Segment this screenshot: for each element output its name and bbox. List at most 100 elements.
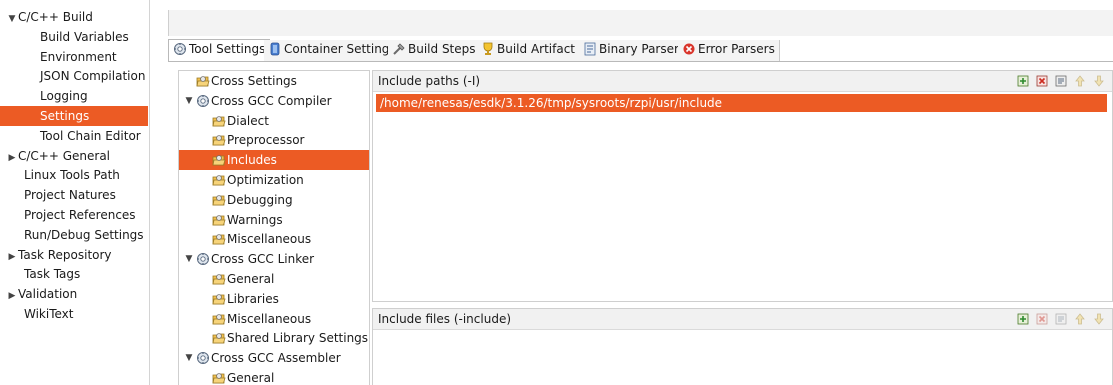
include-paths-header: Include paths (-I)	[373, 71, 1112, 92]
properties-item-label: Run/Debug Settings	[24, 227, 144, 242]
delete-icon[interactable]	[1035, 74, 1049, 88]
properties-item[interactable]: WikiText	[0, 304, 148, 324]
tool-tree-label: Cross GCC Compiler	[211, 93, 332, 108]
tab-build-artifact[interactable]: Build Artifact	[477, 40, 580, 61]
expand-arrow-icon[interactable]: ▼	[184, 348, 194, 368]
properties-item-label: Task Repository	[18, 247, 112, 262]
properties-item[interactable]: Logging	[0, 86, 148, 106]
option-icon	[212, 272, 226, 286]
error-parsers-icon	[682, 42, 696, 56]
tool-tree-item[interactable]: Miscellaneous	[179, 309, 369, 329]
tool-tree-item[interactable]: Optimization	[179, 170, 369, 190]
properties-item[interactable]: JSON Compilation D	[0, 66, 148, 86]
include-files-title: Include files (-include)	[378, 312, 512, 326]
properties-item[interactable]: ▼ C/C++ Build	[0, 7, 148, 27]
properties-item-label: Task Tags	[24, 267, 81, 282]
tool-tree-label: Optimization	[227, 173, 304, 187]
tab-tool-settings[interactable]: Tool Settings	[168, 39, 271, 61]
tool-tree-label: Dialect	[227, 113, 269, 128]
option-icon	[212, 292, 226, 306]
tool-tree-group[interactable]: ▼ Cross GCC Assembler	[179, 348, 369, 368]
collapse-arrow-icon[interactable]: ▶	[6, 148, 18, 166]
collapse-arrow-icon[interactable]: ▶	[6, 286, 18, 304]
tool-tree-item[interactable]: Shared Library Settings	[179, 328, 369, 348]
tab-label: Build Artifact	[497, 42, 575, 56]
properties-item[interactable]: Run/Debug Settings	[0, 225, 148, 245]
expand-arrow-icon[interactable]: ▼	[184, 249, 194, 269]
tool-tree-item[interactable]: Includes	[179, 150, 369, 171]
tool-tree-label: Debugging	[227, 192, 293, 207]
include-paths-panel: Include paths (-I) /home/renesas/esdk/3.…	[372, 70, 1113, 302]
tool-tree-item[interactable]: General	[179, 368, 369, 385]
move-down-icon[interactable]	[1092, 312, 1106, 326]
build-artifact-icon	[481, 42, 495, 56]
tool-tree-label: Preprocessor	[227, 133, 305, 148]
include-files-panel: Include files (-include)	[372, 308, 1113, 385]
tab-bar-divider	[168, 61, 1113, 62]
tool-tree-item[interactable]: Warnings	[179, 210, 369, 230]
expand-arrow-icon[interactable]: ▼	[6, 9, 18, 27]
properties-item[interactable]: Tool Chain Editor	[0, 126, 148, 146]
edit-icon[interactable]	[1054, 74, 1068, 88]
tool-tree-label: Cross Settings	[211, 74, 297, 88]
settings-header	[168, 10, 1113, 36]
properties-item-label: Linux Tools Path	[24, 168, 120, 183]
properties-item[interactable]: Environment	[0, 47, 148, 67]
properties-item[interactable]: Project References	[0, 205, 148, 225]
option-icon	[212, 173, 226, 187]
properties-item[interactable]: ▶ Task Repository	[0, 245, 148, 265]
properties-item-label: C/C++ Build	[18, 10, 93, 24]
sash-divider[interactable]	[149, 0, 150, 385]
properties-item-label: Tool Chain Editor	[40, 128, 141, 143]
tool-tree-item[interactable]: Libraries	[179, 289, 369, 309]
properties-item[interactable]: Linux Tools Path	[0, 165, 148, 185]
tab-label: Container Settings	[284, 42, 396, 56]
tool-tree-item[interactable]: General	[179, 269, 369, 289]
properties-item-label: WikiText	[24, 307, 74, 321]
tool-tree-group[interactable]: ▼ Cross GCC Linker	[179, 249, 369, 269]
option-icon	[212, 114, 226, 128]
delete-icon[interactable]	[1035, 312, 1049, 326]
move-up-icon[interactable]	[1073, 312, 1087, 326]
properties-item[interactable]: ▶ Validation	[0, 284, 148, 304]
tool-tree-item[interactable]: Cross Settings	[179, 71, 369, 91]
tool-tree-item[interactable]: Preprocessor	[179, 130, 369, 150]
tab-label: Error Parsers	[698, 42, 775, 56]
tab-label: Build Steps	[408, 42, 476, 56]
tool-icon	[196, 252, 210, 266]
tab-build-steps[interactable]: Build Steps	[388, 40, 481, 61]
move-down-icon[interactable]	[1092, 74, 1106, 88]
tab-binary-parsers[interactable]: Binary Parsers	[579, 40, 691, 61]
option-icon	[196, 74, 210, 88]
tool-tree-group[interactable]: ▼ Cross GCC Compiler	[179, 91, 369, 111]
properties-item[interactable]: Build Variables	[0, 27, 148, 47]
include-paths-toolbar	[1011, 74, 1106, 89]
properties-item[interactable]: Project Natures	[0, 185, 148, 205]
tool-tree-item[interactable]: Dialect	[179, 111, 369, 131]
properties-item[interactable]: ▶ C/C++ General	[0, 146, 148, 166]
tab-error-parsers[interactable]: Error Parsers	[678, 40, 780, 61]
tool-tree-label: Cross GCC Assembler	[211, 351, 341, 366]
expand-arrow-icon[interactable]: ▼	[184, 91, 194, 111]
include-paths-list[interactable]: /home/renesas/esdk/3.1.26/tmp/sysroots/r…	[373, 94, 1112, 112]
move-up-icon[interactable]	[1073, 74, 1087, 88]
tool-tree-label: Includes	[227, 153, 277, 168]
properties-item-label: JSON Compilation D	[40, 69, 148, 84]
tool-tree-item[interactable]: Miscellaneous	[179, 229, 369, 249]
option-icon	[212, 213, 226, 227]
add-icon[interactable]	[1016, 74, 1030, 88]
tool-tree-label: General	[227, 371, 275, 385]
properties-item-label: Build Variables	[40, 29, 129, 44]
tool-settings-tree: Cross Settings ▼ Cross GCC Compiler Dialect…	[178, 70, 370, 385]
option-icon	[212, 153, 226, 167]
edit-icon[interactable]	[1054, 312, 1068, 326]
add-icon[interactable]	[1016, 312, 1030, 326]
properties-item[interactable]: Task Tags	[0, 264, 148, 284]
tab-container-settings[interactable]: Container Settings	[264, 40, 401, 61]
collapse-arrow-icon[interactable]: ▶	[6, 247, 18, 265]
include-files-toolbar	[1011, 312, 1106, 327]
tool-tree-item[interactable]: Debugging	[179, 190, 369, 210]
include-path-entry[interactable]: /home/renesas/esdk/3.1.26/tmp/sysroots/r…	[376, 94, 1107, 112]
properties-item[interactable]: Settings	[0, 106, 148, 126]
container-icon	[268, 42, 282, 56]
